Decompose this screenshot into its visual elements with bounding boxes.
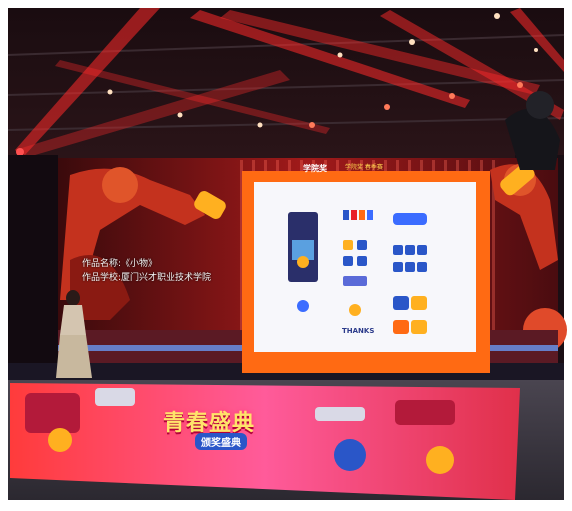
caption-value: 厦门兴才职业技术学院	[121, 273, 212, 283]
caption-value: 《小物》	[121, 259, 158, 269]
screen-caption-school: 作品学校:厦门兴才职业技术学院	[82, 270, 211, 283]
photo: 作品名称:《小物》 作品学校:厦门兴才职业技术学院 学院奖 学院奖 春季赛 TH…	[0, 0, 572, 511]
screen-logo-sub: 学院奖 春季赛	[345, 164, 383, 171]
caption-label: 作品名称:	[82, 259, 122, 269]
screen-caption-title: 作品名称:《小物》	[82, 256, 157, 269]
slide-mascot	[297, 300, 309, 312]
slide-thanks-text: THANKS	[342, 327, 375, 335]
banner-subtitle: 颁奖盛典	[195, 433, 247, 450]
caption-label: 作品学校:	[82, 273, 122, 283]
screen-logo: 学院奖	[303, 164, 327, 173]
